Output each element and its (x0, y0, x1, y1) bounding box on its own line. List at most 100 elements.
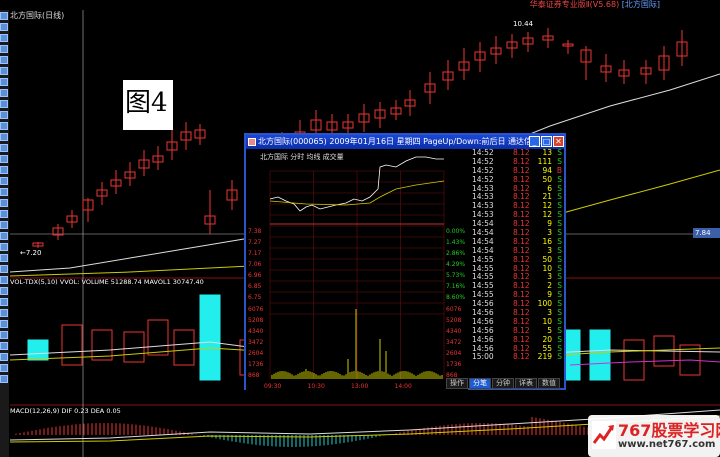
toolbar-button[interactable] (0, 111, 8, 119)
vol-axis-label-right: 6076 (446, 306, 461, 313)
toolbar-button[interactable] (0, 287, 8, 295)
intraday-chart[interactable]: 北方国际 分时 均线 成交量 7.38 7.27 7.17 7.06 6.96 6.85 6.… (246, 149, 468, 390)
maximize-button[interactable]: □ (541, 136, 552, 147)
intraday-subheader: 北方国际 分时 均线 成交量 (260, 152, 344, 161)
intraday-tab[interactable]: 分笔 (469, 378, 491, 389)
vol-axis-label-right: 1736 (446, 361, 461, 368)
time-axis-label: 09:30 (264, 383, 281, 390)
toolbar-button[interactable] (0, 67, 8, 75)
title-bar: 华泰证券专业版Ⅱ(V5.68) [北方国际] (0, 0, 720, 9)
toolbar-button[interactable] (0, 122, 8, 130)
intraday-tab[interactable]: 操作 (446, 378, 468, 389)
toolbar-button[interactable] (0, 177, 8, 185)
pct-axis-label: 1.43% (446, 239, 465, 246)
time-axis-label: 13:00 (351, 383, 368, 390)
volume-bar (199, 294, 221, 381)
toolbar-button[interactable] (0, 331, 8, 339)
price-axis-label: 6.75 (248, 294, 262, 301)
left-toolbar (0, 10, 9, 457)
toolbar-button[interactable] (0, 100, 8, 108)
pct-axis-label: 8.60% (446, 294, 465, 301)
minimize-button[interactable]: _ (529, 136, 540, 147)
price-axis-label: 6.96 (248, 272, 262, 279)
toolbar-button[interactable] (0, 276, 8, 284)
toolbar-button[interactable] (0, 34, 8, 42)
watermark-brand: 767股票学习网 (618, 421, 720, 440)
toolbar-button[interactable] (0, 12, 8, 20)
toolbar-button[interactable] (0, 309, 8, 317)
watermark-url: www.net767.com (618, 439, 716, 450)
volume-indicator-label: VOL-TDX(5,10) VVOL: VOLUME 51288.74 MAVO… (10, 278, 204, 286)
toolbar-button[interactable] (0, 56, 8, 64)
time-axis-label: 10:30 (308, 383, 325, 390)
site-watermark: 767股票学习网 www.net767.com (588, 415, 720, 457)
toolbar-button[interactable] (0, 353, 8, 361)
toolbar-button[interactable] (0, 342, 8, 350)
toolbar-button[interactable] (0, 243, 8, 251)
intraday-tab[interactable]: 数值 (538, 378, 560, 389)
pct-axis-label: 4.29% (446, 261, 465, 268)
toolbar-button[interactable] (0, 188, 8, 196)
app-title: 华泰证券专业版Ⅱ(V5.68) [北方国际] (530, 0, 660, 10)
tick-time: 15:00 (472, 352, 494, 362)
toolbar-button[interactable] (0, 375, 8, 383)
trend-logo-icon (592, 421, 616, 449)
pct-axis-label: 5.73% (446, 272, 465, 279)
intraday-chart-svg: 北方国际 分时 均线 成交量 7.38 7.27 7.17 7.06 6.96 6.85 6.… (246, 149, 468, 390)
pct-axis-label: 0.00% (446, 228, 465, 235)
toolbar-button[interactable] (0, 265, 8, 273)
vol-axis-label-right: 2604 (446, 350, 461, 357)
low-price-label: ←7.20 (20, 249, 42, 257)
toolbar-button[interactable] (0, 144, 8, 152)
vol-axis-label: 2604 (248, 350, 263, 357)
price-axis-label: 6.85 (248, 283, 262, 290)
toolbar-button[interactable] (0, 155, 8, 163)
toolbar-button[interactable] (0, 23, 8, 31)
toolbar-button[interactable] (0, 78, 8, 86)
toolbar-button[interactable] (0, 89, 8, 97)
stock-label: 北方国际(日线) (10, 11, 65, 20)
vol-axis-label-right: 3472 (446, 339, 461, 346)
volume-bar (589, 329, 611, 381)
vol-axis-label: 6076 (248, 306, 263, 313)
tick-list[interactable]: 14:52 8.12 13 S 14:52 8.12 111 S 14:52 8.12 94 B 14:… (470, 149, 564, 390)
current-price-tag: 7.84 (693, 228, 720, 238)
close-button[interactable]: ✕ (553, 136, 564, 147)
toolbar-button[interactable] (0, 298, 8, 306)
app-icon (248, 138, 256, 146)
toolbar-button[interactable] (0, 133, 8, 141)
figure-tag: 图4 (123, 80, 173, 130)
tick-row: 15:00 8.12 219 S (470, 353, 564, 362)
intraday-dialog[interactable]: 北方国际(000065) 2009年01月16日 星期四 PageUp/Down… (244, 133, 566, 390)
toolbar-button[interactable] (0, 45, 8, 53)
vol-axis-label: 5208 (248, 317, 263, 324)
toolbar-button[interactable] (0, 221, 8, 229)
intraday-tab[interactable]: 详表 (515, 378, 537, 389)
intraday-tab[interactable]: 分钟 (492, 378, 514, 389)
tick-price: 8.12 (513, 352, 530, 362)
toolbar-button[interactable] (0, 199, 8, 207)
volume-bar (27, 339, 49, 361)
price-axis-label: 7.06 (248, 261, 262, 268)
tick-vol: 219 (537, 352, 552, 362)
price-axis-label: 7.27 (248, 239, 262, 246)
pct-axis-label: 2.86% (446, 250, 465, 257)
toolbar-button[interactable] (0, 320, 8, 328)
vol-axis-label-right: 5208 (446, 317, 461, 324)
price-axis-label: 7.17 (248, 250, 262, 257)
stock-bracket[interactable]: [北方国际] (622, 0, 660, 9)
pct-axis-label: 7.16% (446, 283, 465, 290)
dialog-title: 北方国际(000065) 2009年01月16日 星期四 PageUp/Down… (258, 137, 544, 146)
price-axis-label: 7.38 (248, 228, 262, 235)
time-axis-label: 14:00 (395, 383, 412, 390)
toolbar-button[interactable] (0, 166, 8, 174)
toolbar-button[interactable] (0, 254, 8, 262)
toolbar-button[interactable] (0, 232, 8, 240)
app-title-text: 华泰证券专业版Ⅱ(V5.68) (529, 0, 620, 9)
toolbar-button[interactable] (0, 210, 8, 218)
intraday-tabs: 操作 分笔 分钟 详表 数值 (446, 378, 566, 390)
dialog-title-bar[interactable]: 北方国际(000065) 2009年01月16日 星期四 PageUp/Down… (246, 135, 564, 149)
vol-axis-label: 4340 (248, 328, 263, 335)
toolbar-button[interactable] (0, 364, 8, 372)
vol-axis-label-right: 4340 (446, 328, 461, 335)
